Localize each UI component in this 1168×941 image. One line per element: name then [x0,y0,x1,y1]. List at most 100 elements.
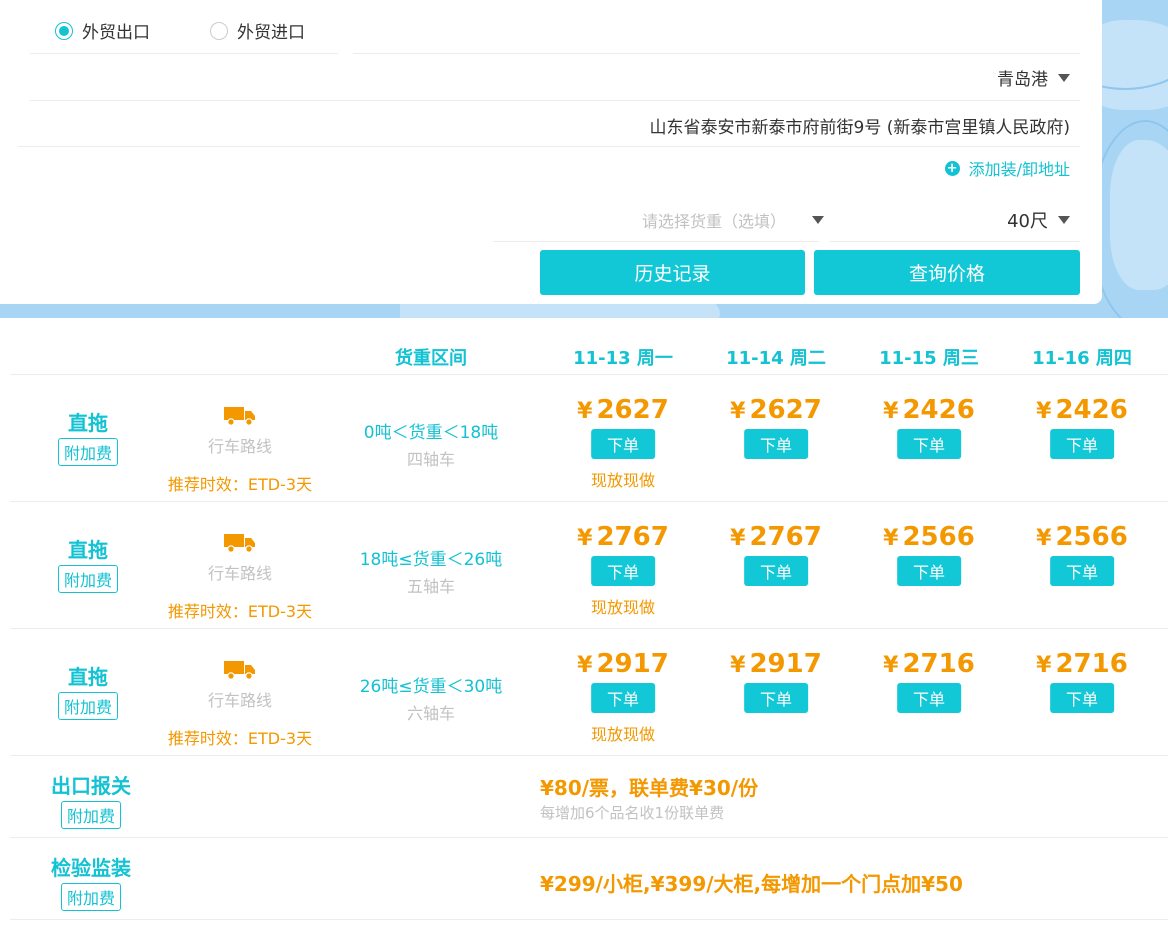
mode-title: 直拖 [67,665,108,689]
radio-export[interactable]: 外贸出口 [55,18,150,43]
history-button[interactable]: 历史记录 [540,250,805,295]
transport-mode: 直拖 附加费 [57,407,119,466]
truck-icon [208,659,272,685]
radio-export-label: 外贸出口 [82,23,150,43]
price-cell: ¥2917 下单 现放现做 [577,649,669,745]
table-row: 直拖 附加费 行车路线 推荐时效：ETD-3天 26吨≤货重＜30吨 六轴车 ¥2917 下单… [10,629,1168,756]
route-link[interactable]: 行车路线 [208,405,272,457]
surcharge-tag[interactable]: 附加费 [60,883,121,911]
order-button[interactable]: 下单 [591,556,655,586]
address-field[interactable]: 山东省泰安市新泰市府前街9号 (新泰市宫里镇人民政府) [650,113,1070,138]
surcharge-tag[interactable]: 附加费 [57,438,119,466]
price-amount: 2426 [902,395,975,425]
route-link[interactable]: 行车路线 [208,659,272,711]
divider [353,53,1080,54]
fee-text: ¥80/票，联单费¥30/份 [540,776,759,800]
weight-range: 0吨＜货重＜18吨 四轴车 [364,418,498,470]
price-value: ¥2627 [577,395,669,425]
price-amount: 2627 [596,395,669,425]
order-button[interactable]: 下单 [1050,556,1114,586]
price-value: ¥2566 [883,522,975,552]
radio-import-label: 外贸进口 [237,23,305,43]
price-cell: ¥2716 下单 [1036,649,1128,713]
price-amount: 2426 [1055,395,1128,425]
table-row: 直拖 附加费 行车路线 推荐时效：ETD-3天 18吨≤货重＜26吨 五轴车 ¥2767 下单… [10,502,1168,629]
price-amount: 2716 [1055,649,1128,679]
currency-symbol: ¥ [883,399,899,424]
fee-text: ¥299/小柜,¥399/大柜,每增加一个门点加¥50 [540,872,963,896]
surcharge-tag[interactable]: 附加费 [60,801,121,829]
route-label: 行车路线 [207,564,273,583]
order-button[interactable]: 下单 [591,429,655,459]
order-button[interactable]: 下单 [1050,429,1114,459]
weight-range: 26吨≤货重＜30吨 六轴车 [360,672,503,724]
container-size-value: 40尺 [1007,211,1048,232]
price-value: ¥2426 [883,395,975,425]
weight-range-text: 26吨≤货重＜30吨 [359,677,503,697]
price-value: ¥2426 [1036,395,1128,425]
currency-symbol: ¥ [577,526,593,551]
price-amount: 2566 [902,522,975,552]
search-form: 外贸出口 外贸进口 青岛港 山东省泰安市新泰市府前街9号 (新泰市宫里镇人民政府… [0,0,1102,304]
query-price-button[interactable]: 查询价格 [814,250,1080,295]
surcharge-tag[interactable]: 附加费 [57,565,119,593]
route-link[interactable]: 行车路线 [208,532,272,584]
weight-placeholder: 请选择货重（选填） [642,212,787,231]
order-button[interactable]: 下单 [897,556,961,586]
divider [18,146,1080,147]
order-button[interactable]: 下单 [897,683,961,713]
order-button[interactable]: 下单 [591,683,655,713]
date-header: 11-14 周二 [726,348,826,369]
radio-import[interactable]: 外贸进口 [210,18,305,43]
spot-note: 现放现做 [590,598,655,617]
weight-range-text: 18吨≤货重＜26吨 [359,550,503,570]
fee-mode: 检验监装 附加费 [51,852,131,911]
date-header: 11-13 周一 [573,348,673,369]
order-button[interactable]: 下单 [744,556,808,586]
currency-symbol: ¥ [883,526,899,551]
fee-mode: 出口报关 附加费 [51,770,131,829]
spot-note: 现放现做 [590,725,655,744]
order-button[interactable]: 下单 [1050,683,1114,713]
port-select[interactable]: 青岛港 [997,65,1070,90]
weight-select[interactable]: 请选择货重（选填） [642,208,825,232]
price-value: ¥2917 [730,649,822,679]
price-cell: ¥2627 下单 [730,395,822,459]
currency-symbol: ¥ [1036,653,1052,678]
price-amount: 2566 [1055,522,1128,552]
radio-export-circle[interactable] [55,21,73,40]
date-header: 11-15 周三 [879,348,979,369]
table-header: 货重区间 11-13 周一 11-14 周二 11-15 周三 11-16 周四 [10,330,1168,375]
order-button[interactable]: 下单 [744,429,808,459]
order-button[interactable]: 下单 [897,429,961,459]
price-value: ¥2566 [1036,522,1128,552]
price-amount: 2767 [596,522,669,552]
mode-title: 直拖 [67,538,108,562]
order-button[interactable]: 下单 [744,683,808,713]
currency-symbol: ¥ [730,653,746,678]
add-address-link[interactable]: + 添加装/卸地址 [944,156,1070,180]
radio-import-circle[interactable] [210,21,228,40]
price-cell: ¥2767 下单 [730,522,822,586]
divider [830,241,1080,242]
weight-range-header: 货重区间 [395,348,467,369]
surcharge-tag[interactable]: 附加费 [57,692,119,720]
fee-title: 检验监装 [51,856,131,880]
price-value: ¥2716 [883,649,975,679]
table-row: 直拖 附加费 行车路线 推荐时效：ETD-3天 0吨＜货重＜18吨 四轴车 ¥2627 下单现… [10,375,1168,502]
transport-mode: 直拖 附加费 [57,661,119,720]
caret-down-icon [1058,216,1070,224]
currency-symbol: ¥ [1036,399,1052,424]
price-amount: 2917 [749,649,822,679]
transport-mode: 直拖 附加费 [57,534,119,593]
axle-type: 六轴车 [406,704,456,723]
price-amount: 2767 [749,522,822,552]
port-value: 青岛港 [997,70,1048,90]
price-cell: ¥2566 下单 [883,522,975,586]
mode-title: 直拖 [67,411,108,435]
eta-text: 推荐时效：ETD-3天 [167,475,313,494]
price-cell: ¥2767 下单现放现做 [577,522,669,618]
fee-title: 出口报关 [51,774,131,798]
container-size-select[interactable]: 40尺 [1007,207,1070,233]
divider [30,100,1080,101]
